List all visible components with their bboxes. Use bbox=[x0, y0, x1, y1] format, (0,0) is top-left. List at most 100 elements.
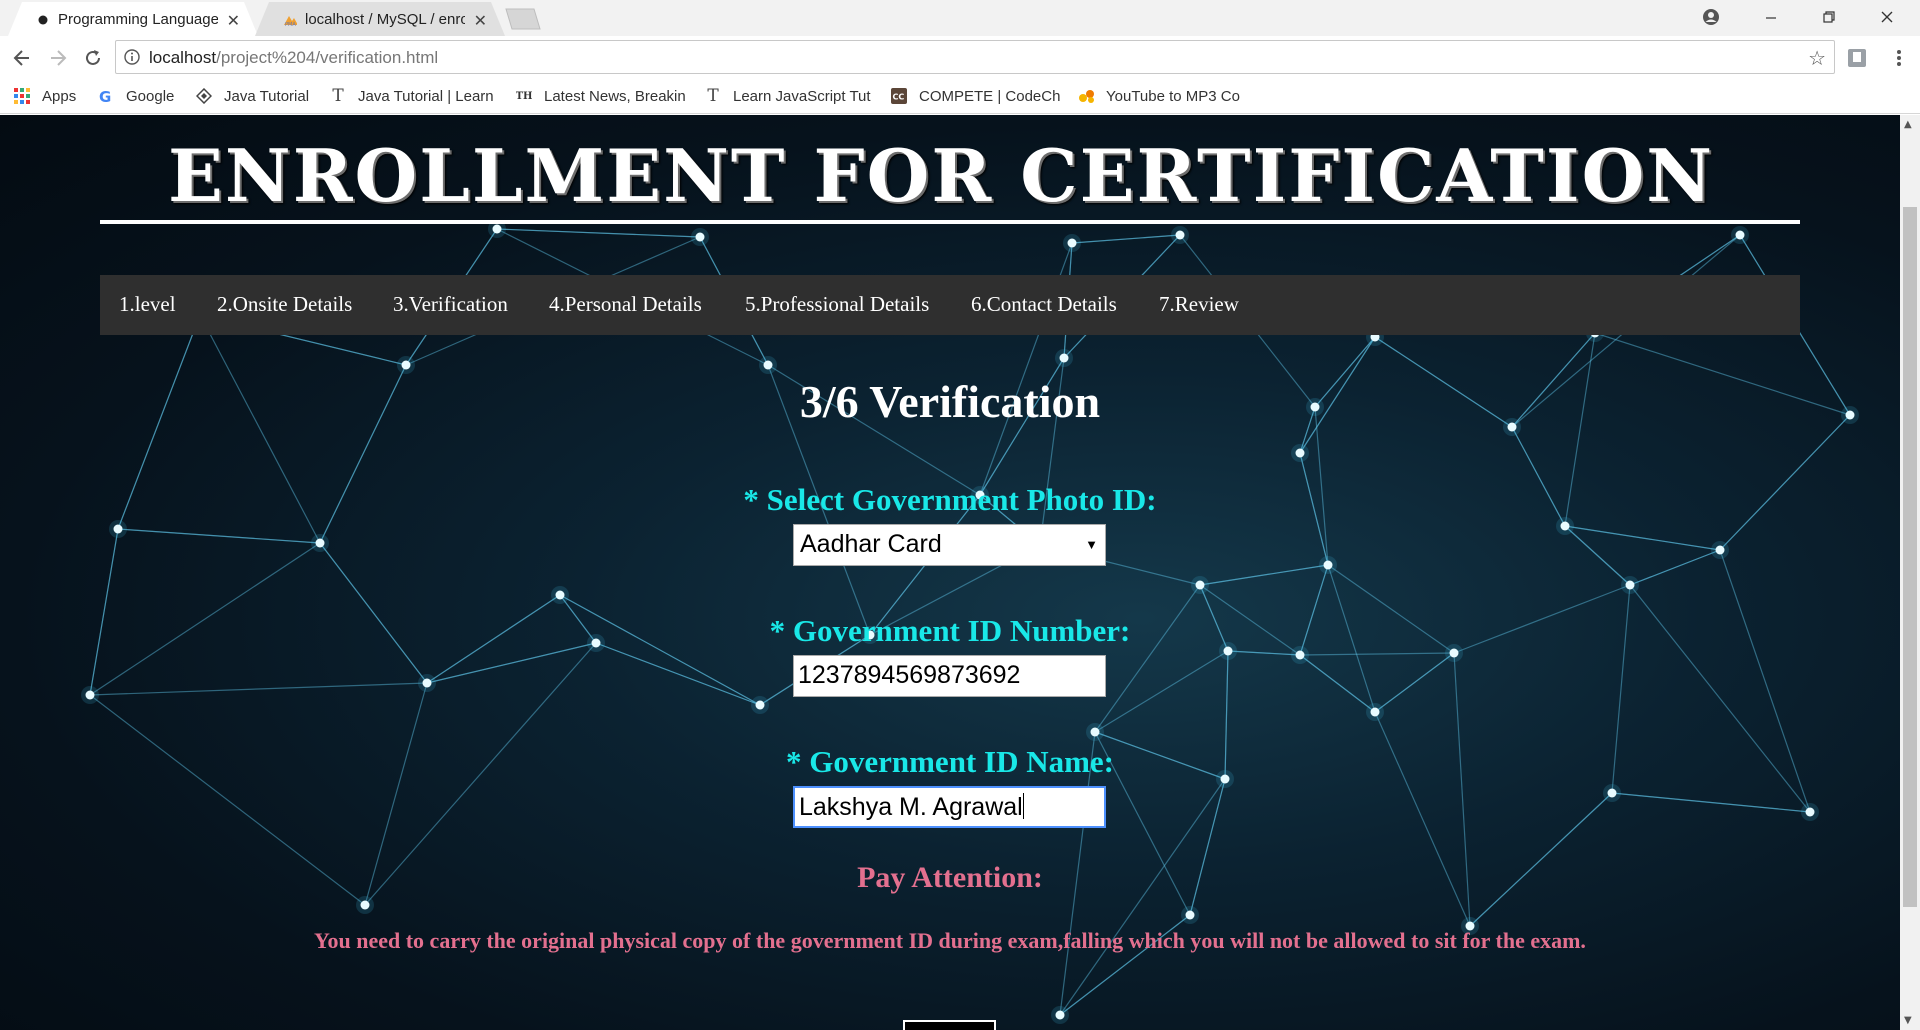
tab-programming-languages[interactable]: Programming Languages ✕ bbox=[8, 2, 258, 36]
new-tab-button[interactable] bbox=[500, 8, 544, 30]
close-tab-icon[interactable]: ✕ bbox=[474, 11, 487, 30]
page-scrollbar[interactable]: ▲ ▼ bbox=[1900, 115, 1920, 1030]
scrollbar-thumb[interactable] bbox=[1903, 207, 1917, 907]
codechef-icon: CC bbox=[891, 88, 907, 104]
tab-title: Programming Languages bbox=[58, 11, 218, 28]
extension-icon[interactable] bbox=[1844, 45, 1870, 71]
text-t-icon: T bbox=[707, 86, 719, 106]
reload-button[interactable] bbox=[80, 45, 106, 71]
tab-phpmyadmin[interactable]: PMA localhost / MySQL / enro ✕ bbox=[255, 2, 505, 36]
bookmark-label: Latest News, Breakin bbox=[544, 87, 686, 105]
address-bar[interactable]: localhost/project%204/verification.html … bbox=[115, 40, 1835, 74]
network-node bbox=[360, 900, 370, 910]
network-line bbox=[1094, 584, 1201, 733]
nav-item-professional-details[interactable]: 5.Professional Details bbox=[745, 292, 929, 317]
nav-item-level[interactable]: 1.level bbox=[119, 292, 176, 317]
photo-id-select[interactable]: Aadhar Card ▼ bbox=[793, 524, 1106, 566]
tab-title: localhost / MySQL / enro bbox=[305, 11, 465, 28]
id-number-input[interactable]: 1237894569873692 bbox=[793, 655, 1106, 697]
bookmark-label: Java Tutorial | Learn bbox=[358, 87, 493, 105]
network-node bbox=[755, 700, 765, 710]
forward-button[interactable] bbox=[45, 45, 71, 71]
network-node bbox=[113, 524, 123, 534]
bookmark-java-tutorial[interactable]: Java Tutorial bbox=[196, 86, 316, 106]
url-text: localhost/project%204/verification.html bbox=[149, 48, 438, 68]
nav-item-verification[interactable]: 3.Verification bbox=[393, 292, 508, 317]
browser-toolbar: localhost/project%204/verification.html … bbox=[0, 36, 1920, 78]
photo-id-label: * Select Government Photo ID: bbox=[743, 482, 1157, 517]
scroll-up-arrow-icon[interactable]: ▲ bbox=[1904, 119, 1912, 130]
scroll-down-arrow-icon[interactable]: ▼ bbox=[1904, 1015, 1912, 1026]
bookmark-label: YouTube to MP3 Co bbox=[1106, 87, 1240, 105]
network-node bbox=[315, 538, 325, 548]
network-node bbox=[763, 360, 773, 370]
nav-item-personal-details[interactable]: 4.Personal Details bbox=[549, 292, 702, 317]
network-node bbox=[1370, 707, 1380, 717]
network-node bbox=[492, 224, 502, 234]
close-tab-icon[interactable]: ✕ bbox=[227, 11, 240, 30]
bookmark-google[interactable]: G Google bbox=[98, 86, 174, 106]
network-line bbox=[1611, 792, 1811, 813]
bookmark-apps[interactable]: Apps bbox=[14, 86, 76, 106]
page-viewport: ENROLLMENT FOR CERTIFICATION 1.level 2.O… bbox=[0, 115, 1900, 1030]
bookmark-label: COMPETE | CodeChe bbox=[919, 87, 1061, 105]
network-line bbox=[1227, 650, 1301, 656]
network-line bbox=[595, 642, 761, 706]
network-line bbox=[89, 528, 119, 696]
th-icon: TH bbox=[516, 90, 533, 102]
title-divider bbox=[100, 220, 1800, 224]
network-node bbox=[85, 690, 95, 700]
network-node bbox=[1185, 910, 1195, 920]
network-node bbox=[1195, 580, 1205, 590]
svg-text:G: G bbox=[99, 88, 111, 104]
next-button[interactable] bbox=[903, 1020, 996, 1030]
bookmark-star-icon[interactable]: ☆ bbox=[1808, 46, 1826, 70]
network-node bbox=[1607, 788, 1617, 798]
network-node bbox=[1059, 353, 1069, 363]
network-line bbox=[1469, 792, 1613, 927]
minimize-button[interactable] bbox=[1743, 0, 1799, 34]
network-node bbox=[1323, 560, 1333, 570]
network-line bbox=[1071, 234, 1181, 244]
nav-item-onsite-details[interactable]: 2.Onsite Details bbox=[217, 292, 352, 317]
nav-item-contact-details[interactable]: 6.Contact Details bbox=[971, 292, 1117, 317]
bookmark-label: Learn JavaScript Tut bbox=[733, 87, 871, 105]
bookmark-youtube-mp3[interactable]: YouTube to MP3 Co bbox=[1078, 86, 1248, 106]
nav-item-review[interactable]: 7.Review bbox=[1159, 292, 1239, 317]
network-line bbox=[1629, 549, 1721, 586]
apps-grid-icon bbox=[14, 88, 30, 104]
tab-favicon-icon bbox=[36, 13, 50, 27]
info-icon[interactable] bbox=[124, 49, 140, 69]
bookmark-learn-javascript[interactable]: T Learn JavaScript Tut bbox=[705, 86, 875, 106]
back-button[interactable] bbox=[9, 45, 35, 71]
network-node bbox=[1055, 1010, 1065, 1020]
bookmark-latest-news[interactable]: TH Latest News, Breakin bbox=[516, 86, 686, 106]
network-node bbox=[1625, 580, 1635, 590]
bookmark-label: Java Tutorial bbox=[224, 87, 310, 105]
network-node bbox=[1295, 650, 1305, 660]
network-node bbox=[695, 232, 705, 242]
network-line bbox=[426, 642, 597, 684]
network-node bbox=[1560, 521, 1570, 531]
network-node bbox=[555, 590, 565, 600]
profile-icon[interactable] bbox=[1683, 0, 1739, 34]
url-path: /project%204/verification.html bbox=[216, 48, 439, 67]
id-name-label: * Government ID Name: bbox=[785, 744, 1114, 779]
url-host: localhost bbox=[149, 48, 217, 67]
close-window-button[interactable] bbox=[1859, 0, 1915, 34]
network-line bbox=[496, 228, 701, 238]
tab-strip: Programming Languages ✕ PMA localhost / … bbox=[0, 0, 1920, 36]
bookmark-codechef[interactable]: CC COMPETE | CodeChe bbox=[891, 86, 1061, 106]
network-node bbox=[401, 360, 411, 370]
bookmark-java-tutorial-learn[interactable]: T Java Tutorial | Learn bbox=[330, 86, 493, 106]
id-name-input[interactable]: Lakshya M. Agrawal bbox=[793, 786, 1106, 828]
network-node bbox=[1449, 648, 1459, 658]
restore-button[interactable] bbox=[1801, 0, 1857, 34]
menu-icon[interactable] bbox=[1886, 45, 1912, 71]
bookmark-label: Google bbox=[126, 87, 175, 105]
svg-text:PMA: PMA bbox=[285, 22, 296, 27]
network-line bbox=[1374, 652, 1455, 713]
text-caret bbox=[1022, 793, 1024, 819]
network-node bbox=[1175, 230, 1185, 240]
svg-text:CC: CC bbox=[893, 93, 905, 102]
